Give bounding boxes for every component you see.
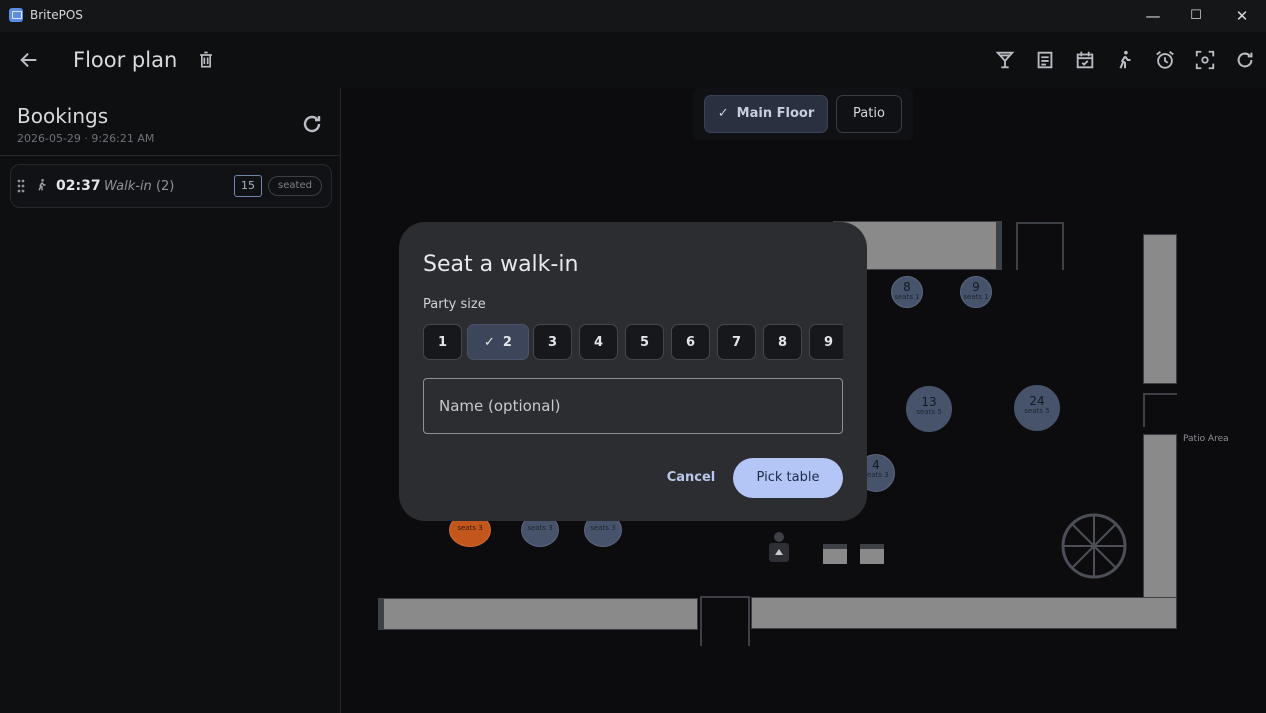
booking-time: 02:37 [56,178,101,194]
party-size-5[interactable]: 5 [625,324,664,360]
notes-icon[interactable] [1031,46,1059,74]
table-number: 8 [903,280,911,294]
table-number: 13 [921,395,937,409]
drag-handle-icon[interactable] [17,178,25,193]
party-size-2-selected[interactable]: ✓ 2 [467,324,529,360]
back-arrow-icon[interactable] [15,46,43,74]
app-logo-icon [9,8,23,22]
walk-in-icon [35,177,49,193]
table-seats: seats 1 [894,293,920,301]
bookings-title: Bookings [17,104,109,128]
booking-party: (2) [155,179,175,194]
check-icon: ✓ [717,106,729,121]
party-size-4[interactable]: 4 [579,324,618,360]
refresh-icon[interactable] [1231,46,1259,74]
table-seats: seats 5 [916,408,942,416]
door-bottom [700,596,750,646]
seat-walk-in-dialog: Seat a walk-in Party size 1 ✓ 2 3 4 5 6 7… [399,222,867,521]
decor-wheel-icon [1061,513,1127,579]
window-title: BritePOS [30,8,83,22]
bar-cocktail-icon[interactable] [991,46,1019,74]
party-size-2-label: 2 [502,335,512,350]
minimize-button[interactable]: — [1130,0,1176,32]
wall-bottom-left [378,598,698,630]
walk-in-icon[interactable] [1111,46,1139,74]
check-icon: ✓ [484,335,495,350]
booking-item[interactable]: 02:37 Walk-in (2) 15 seated [10,164,332,208]
bookings-timestamp: 2026-05-29 · 9:26:21 AM [17,132,155,145]
zone-switcher: ✓ Main Floor Patio [693,88,913,140]
top-toolbar: Floor plan [0,32,1266,88]
cancel-button[interactable]: Cancel [659,458,723,498]
dialog-title: Seat a walk-in [423,252,579,277]
table-seats: seats 5 [1024,407,1050,415]
bar-stool [823,544,847,564]
wall-top-cap [996,221,1002,270]
table-24[interactable]: 24 seats 5 [1014,385,1060,431]
door-right [1143,393,1177,427]
close-window-button[interactable]: ✕ [1219,0,1265,32]
party-size-1[interactable]: 1 [423,324,462,360]
party-size-6[interactable]: 6 [671,324,710,360]
party-size-3[interactable]: 3 [533,324,572,360]
zone-main-floor-label: Main Floor [736,106,815,121]
table-number: 24 [1029,394,1045,408]
zone-patio[interactable]: Patio [836,95,902,133]
title-bar: BritePOS — ☐ ✕ [0,0,1266,33]
sidebar-divider [0,155,340,156]
party-size-8[interactable]: 8 [763,324,802,360]
alarm-clock-icon[interactable] [1151,46,1179,74]
wall-right-upper [1143,234,1177,384]
page-title: Floor plan [73,48,178,72]
booking-guest: Walk-in [104,179,152,194]
table-13[interactable]: 13 seats 5 [906,386,952,432]
table-9[interactable]: 9 seats 1 [960,276,992,308]
zone-main-floor[interactable]: ✓ Main Floor [704,95,828,133]
bar-stool [860,544,884,564]
table-8[interactable]: 8 seats 1 [891,276,923,308]
bookings-refresh-icon[interactable] [300,112,324,136]
wall-bottom-left-cap [378,598,384,630]
patio-area-label: Patio Area [1183,434,1229,444]
table-seats: seats 3 [590,524,616,532]
maximize-button[interactable]: ☐ [1173,0,1219,32]
party-size-9[interactable]: 9 [809,324,843,360]
wall-bottom-right [751,597,1177,629]
booking-table-badge: 15 [234,175,262,197]
name-input[interactable] [424,379,842,433]
door-top [1016,222,1064,270]
table-number: 9 [972,280,980,294]
table-seats: seats 3 [527,524,553,532]
bookings-sidebar: Bookings 2026-05-29 · 9:26:21 AM 02:37 W… [0,88,341,713]
party-size-7[interactable]: 7 [717,324,756,360]
center-focus-icon[interactable] [1191,46,1219,74]
booking-status-badge: seated [268,176,322,196]
party-size-selector: 1 ✓ 2 3 4 5 6 7 8 9 [423,324,843,362]
name-field[interactable] [423,378,843,434]
pick-table-button[interactable]: Pick table [733,458,843,498]
party-size-label: Party size [423,297,486,312]
booking-name: Walk-in (2) [104,179,174,194]
calendar-check-icon[interactable] [1071,46,1099,74]
delete-trash-icon[interactable] [192,46,220,74]
host-stand-icon [769,531,789,563]
table-seats: seats 1 [963,293,989,301]
table-seats: seats 3 [457,524,483,532]
